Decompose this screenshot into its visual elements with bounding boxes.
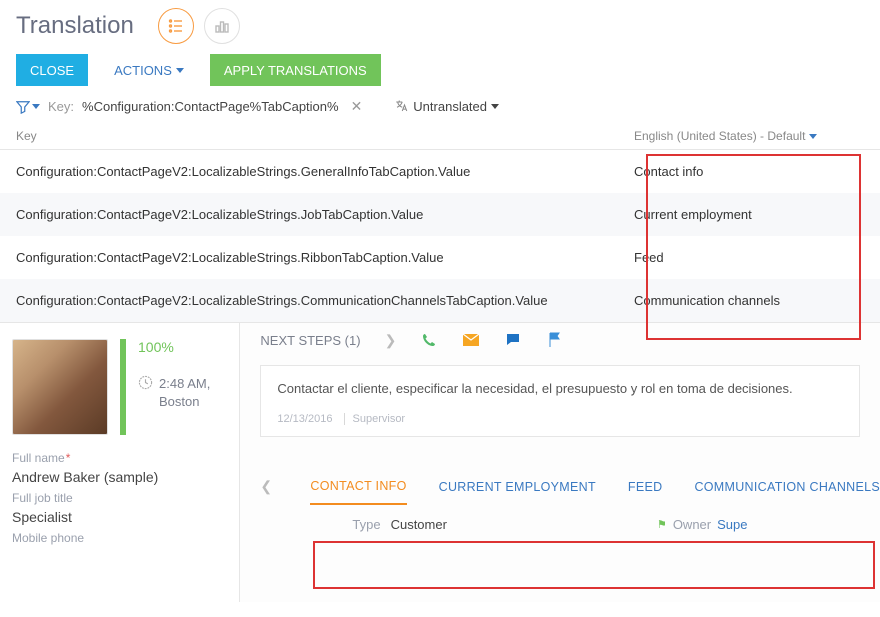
location: Boston [159, 393, 210, 411]
note-date: 12/13/2016 [277, 413, 332, 425]
table-row[interactable]: Configuration:ContactPageV2:LocalizableS… [0, 236, 880, 279]
tab-current-employment[interactable]: CURRENT EMPLOYMENT [439, 470, 596, 504]
tabs-scroll-left[interactable]: ❮ [254, 478, 278, 495]
tab-communication-channels[interactable]: COMMUNICATION CHANNELS [694, 470, 880, 504]
filter-clear-icon[interactable]: ✕ [347, 98, 367, 115]
table-row[interactable]: Configuration:ContactPageV2:LocalizableS… [0, 150, 880, 193]
close-button[interactable]: CLOSE [16, 54, 88, 86]
clock-icon [138, 375, 153, 390]
owner-label: Owner [673, 517, 711, 532]
caret-down-icon [809, 134, 817, 139]
view-list-button[interactable] [158, 8, 194, 44]
full-name-field[interactable]: Andrew Baker (sample) [12, 469, 217, 485]
view-chart-button[interactable] [204, 8, 240, 44]
actions-label: ACTIONS [114, 63, 172, 78]
translate-icon [394, 99, 409, 114]
next-steps-label[interactable]: NEXT STEPS (1) [260, 333, 360, 348]
full-name-label: Full name [12, 451, 217, 465]
tab-feed[interactable]: FEED [628, 470, 663, 504]
filter-key-label: Key: [48, 99, 74, 114]
cell-key: Configuration:ContactPageV2:LocalizableS… [16, 207, 634, 222]
cell-value: Contact info [634, 164, 864, 179]
next-step-note[interactable]: Contactar el cliente, especificar la nec… [260, 365, 860, 437]
filter-key-value[interactable]: %Configuration:ContactPage%TabCaption% [82, 99, 339, 114]
flag-icon[interactable] [546, 331, 564, 349]
mail-icon[interactable] [462, 331, 480, 349]
untranslated-filter[interactable]: Untranslated [394, 99, 499, 114]
phone-icon[interactable] [420, 331, 438, 349]
completeness-percent: 100% [138, 339, 217, 355]
column-key-header[interactable]: Key [16, 129, 634, 143]
note-author: Supervisor [344, 413, 406, 425]
note-text: Contactar el cliente, especificar la nec… [277, 380, 843, 398]
caret-down-icon [32, 104, 40, 109]
cell-key: Configuration:ContactPageV2:LocalizableS… [16, 250, 634, 265]
untranslated-label: Untranslated [413, 99, 487, 114]
tab-contact-info[interactable]: CONTACT INFO [310, 469, 406, 505]
job-title-label: Full job title [12, 491, 217, 505]
table-row[interactable]: Configuration:ContactPageV2:LocalizableS… [0, 279, 880, 322]
owner-field[interactable]: Supe [717, 517, 747, 532]
caret-down-icon [491, 104, 499, 109]
actions-menu[interactable]: ACTIONS [100, 54, 198, 86]
column-value-header[interactable]: English (United States) - Default [634, 129, 864, 143]
job-title-field[interactable]: Specialist [12, 509, 217, 525]
cell-key: Configuration:ContactPageV2:LocalizableS… [16, 293, 634, 308]
chat-icon[interactable] [504, 331, 522, 349]
cell-value: Communication channels [634, 293, 864, 308]
cell-key: Configuration:ContactPageV2:LocalizableS… [16, 164, 634, 179]
cell-value: Current employment [634, 207, 864, 222]
apply-translations-button[interactable]: APPLY TRANSLATIONS [210, 54, 381, 86]
cell-value: Feed [634, 250, 864, 265]
filter-button[interactable] [16, 100, 40, 114]
table-row[interactable]: Configuration:ContactPageV2:LocalizableS… [0, 193, 880, 236]
chevron-right-icon[interactable]: ❯ [385, 332, 397, 349]
flag-icon: ⚑ [657, 518, 667, 531]
completeness-bar [120, 339, 126, 435]
caret-down-icon [176, 68, 184, 73]
column-value-label: English (United States) - Default [634, 129, 805, 143]
local-time: 2:48 AM, [159, 375, 210, 393]
type-label: Type [352, 517, 380, 532]
mobile-phone-label: Mobile phone [12, 531, 217, 545]
page-title: Translation [16, 12, 134, 40]
type-field[interactable]: Customer [391, 517, 447, 532]
avatar[interactable] [12, 339, 108, 435]
